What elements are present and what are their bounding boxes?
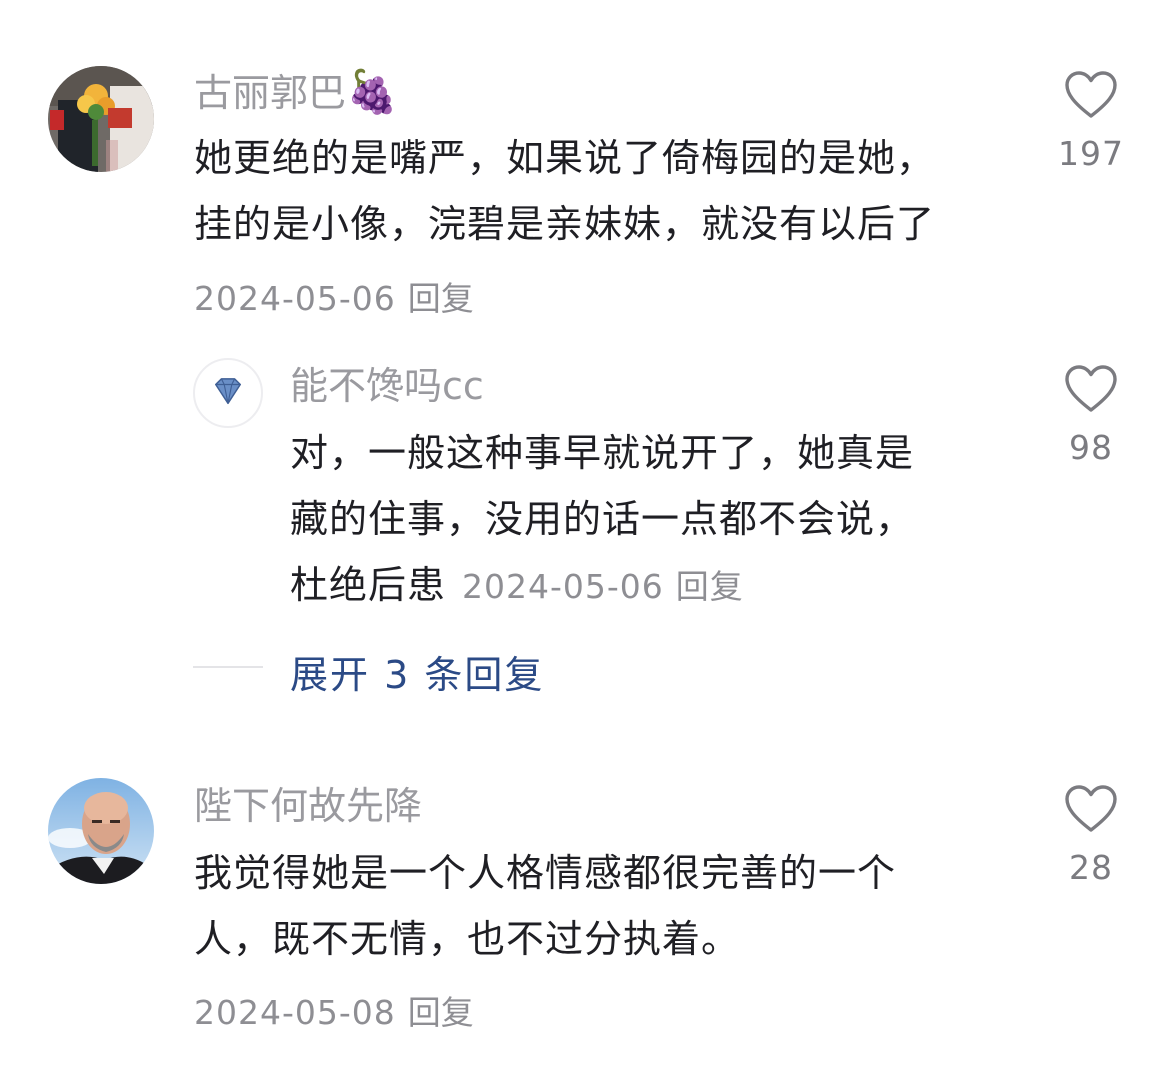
- expand-replies-button[interactable]: 展开 3 条回复: [290, 644, 544, 699]
- like-button[interactable]: 28: [1051, 784, 1131, 887]
- username-text: 古丽郭巴: [194, 71, 347, 115]
- reply-date: 2024-05-06: [462, 567, 664, 606]
- reply-text-line: 杜绝后患: [290, 563, 447, 607]
- like-count: 197: [1058, 134, 1124, 173]
- reply-text-line: 对，一般这种事早就说开了，她真是: [290, 431, 915, 475]
- comment-meta: 2024-05-06 回复: [194, 272, 474, 320]
- reply-button[interactable]: 回复: [408, 279, 474, 318]
- bald-man-portrait-avatar-icon: [48, 778, 154, 884]
- heart-icon[interactable]: [1064, 364, 1118, 414]
- reply-button[interactable]: 回复: [408, 993, 474, 1032]
- heart-icon[interactable]: [1064, 784, 1118, 834]
- comment-text[interactable]: 我觉得她是一个人格情感都很完善的一个 人，既不无情，也不过分执着。: [194, 840, 1034, 972]
- like-count: 28: [1069, 848, 1113, 887]
- comment-text-line: 人，既不无情，也不过分执着。: [194, 917, 741, 961]
- like-button[interactable]: 98: [1051, 364, 1131, 467]
- comment-date: 2024-05-08: [194, 993, 396, 1032]
- diamond-avatar-icon: [214, 378, 242, 405]
- avatar[interactable]: [48, 66, 154, 172]
- comment-text-line: 我觉得她是一个人格情感都很完善的一个: [194, 851, 897, 895]
- avatar[interactable]: [48, 778, 154, 884]
- like-count: 98: [1069, 428, 1113, 467]
- comment-text-line: 她更绝的是嘴严，如果说了倚梅园的是她，: [194, 136, 936, 180]
- reply-text-line: 藏的住事，没用的话一点都不会说，: [290, 497, 915, 541]
- reply-username[interactable]: 能不馋吗cc: [290, 362, 484, 410]
- avatar[interactable]: [193, 358, 263, 428]
- reply-text[interactable]: 对，一般这种事早就说开了，她真是 藏的住事，没用的话一点都不会说， 杜绝后患 20…: [290, 420, 1010, 620]
- comment-username[interactable]: 古丽郭巴🍇: [194, 68, 398, 117]
- heart-icon[interactable]: [1064, 70, 1118, 120]
- expand-divider: [193, 666, 263, 668]
- reply-button[interactable]: 回复: [676, 567, 744, 606]
- grapes-emoji-icon: 🍇: [346, 67, 399, 116]
- reply-meta: 2024-05-06 回复: [462, 567, 744, 606]
- comment-date: 2024-05-06: [194, 279, 396, 318]
- like-button[interactable]: 197: [1051, 70, 1131, 173]
- comment-meta: 2024-05-08 回复: [194, 986, 474, 1034]
- comment-text[interactable]: 她更绝的是嘴严，如果说了倚梅园的是她， 挂的是小像，浣碧是亲妹妹，就没有以后了: [194, 125, 1034, 257]
- reply-text-line-last: 杜绝后患 2024-05-06 回复: [290, 552, 1010, 620]
- comment-username[interactable]: 陛下何故先降: [194, 782, 422, 830]
- wedding-photo-avatar-icon: [48, 66, 154, 172]
- comment-text-line: 挂的是小像，浣碧是亲妹妹，就没有以后了: [194, 202, 936, 246]
